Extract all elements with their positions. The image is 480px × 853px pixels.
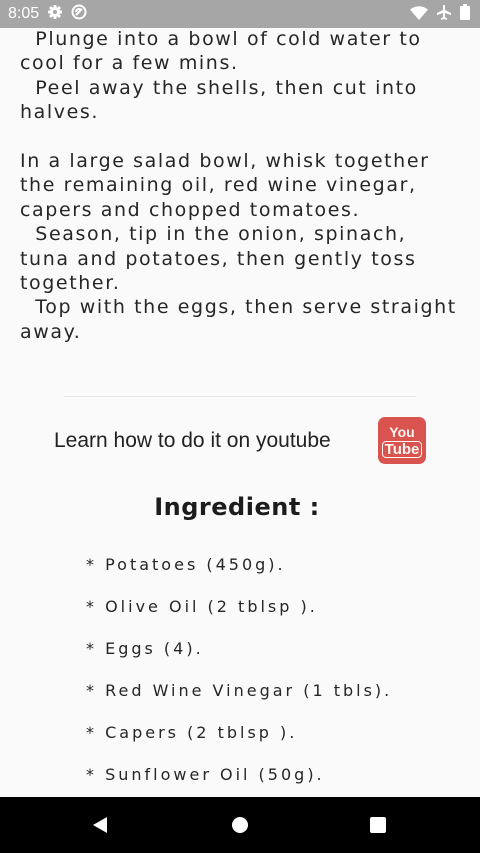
recents-icon[interactable] [368, 815, 388, 839]
ingredient-title: Ingredient : [154, 493, 320, 521]
youtube-logo-you: You [389, 423, 415, 440]
navigation-bar [0, 797, 480, 853]
wifi-icon [410, 5, 428, 24]
status-bar: 8:05 [0, 0, 480, 28]
battery-icon [460, 4, 470, 24]
youtube-label: Learn how to do it on youtube [54, 428, 331, 452]
ingredient-list: * Potatoes (450g). * Olive Oil (2 tblsp … [86, 552, 392, 797]
youtube-logo-tube: Tube [381, 440, 423, 458]
instruction-text-block-1: Plunge into a bowl of cold water to cool… [20, 28, 422, 124]
gear-icon [47, 4, 63, 24]
sync-icon [71, 4, 87, 24]
divider [64, 396, 416, 397]
back-icon[interactable] [90, 815, 110, 839]
youtube-row: Learn how to do it on youtube You Tube [54, 417, 426, 464]
ingredient-item: * Capers (2 tblsp ). [86, 723, 298, 742]
instruction-text-block-2: In a large salad bowl, whisk together th… [20, 150, 457, 343]
ingredient-item: * Sunflower Oil (50g). [86, 765, 325, 784]
recipe-content[interactable]: Plunge into a bowl of cold water to cool… [0, 28, 480, 797]
youtube-button[interactable]: You Tube [378, 417, 426, 464]
ingredient-item: * Eggs (4). [86, 639, 204, 658]
ingredient-item: * Olive Oil (2 tblsp ). [86, 597, 318, 616]
status-right [410, 4, 470, 24]
status-left: 8:05 [8, 4, 87, 24]
airplane-icon [436, 4, 452, 24]
ingredient-item: * Potatoes (450g). [86, 555, 286, 574]
home-icon[interactable] [230, 815, 250, 839]
ingredient-item: * Red Wine Vinegar (1 tbls). [86, 681, 393, 700]
status-time: 8:05 [8, 5, 40, 22]
